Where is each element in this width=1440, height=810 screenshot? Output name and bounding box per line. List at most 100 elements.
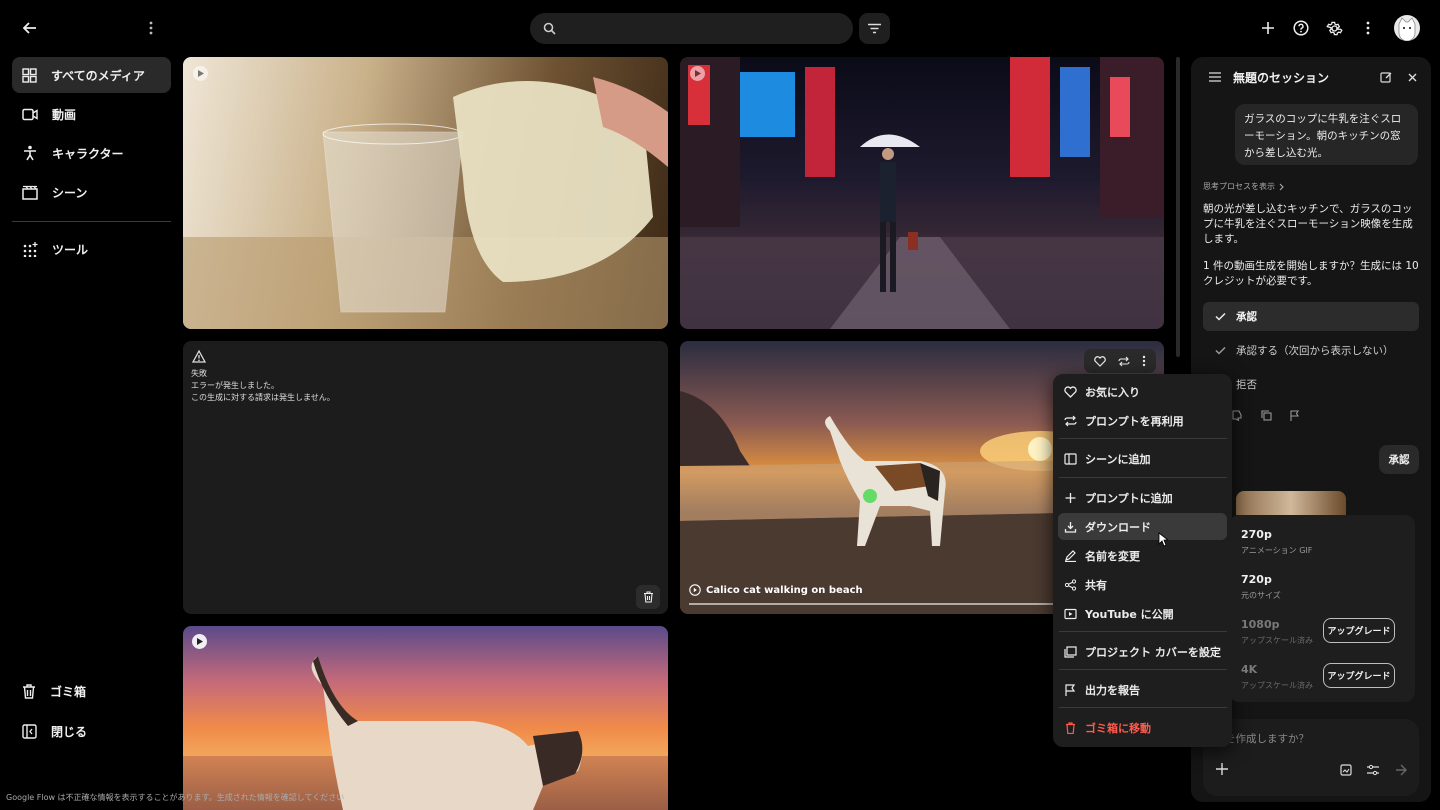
media-card-milk[interactable] [183, 57, 668, 329]
play-circle-icon [689, 584, 701, 596]
menu-item-rename[interactable]: 名前を変更 [1058, 542, 1227, 569]
scrollbar[interactable] [1176, 57, 1180, 357]
flag-icon [1064, 683, 1077, 696]
approve-chip[interactable]: 承認 [1379, 445, 1419, 474]
scene-add-icon [1064, 452, 1077, 465]
menu-item-download[interactable]: ダウンロード [1058, 513, 1227, 540]
sidebar-item-all-media[interactable]: すべてのメディア [12, 57, 171, 93]
sidebar-item-videos[interactable]: 動画 [12, 96, 171, 132]
more-button[interactable] [1352, 12, 1384, 44]
menu-item-label: シーンに追加 [1085, 452, 1151, 466]
menu-item-add-to-scene[interactable]: シーンに追加 [1058, 445, 1227, 472]
media-card-tokyo[interactable] [680, 57, 1164, 329]
download-option-270p[interactable]: 270p アニメーション GIF [1229, 523, 1415, 563]
failed-error: エラーが発生しました。 [191, 381, 279, 390]
menu-item-label: 共有 [1085, 578, 1107, 592]
reject-option[interactable]: 拒否 [1203, 370, 1419, 399]
upgrade-button[interactable]: アップグレード [1323, 663, 1395, 688]
plus-icon[interactable] [1216, 763, 1228, 775]
menu-item-label: ゴミ箱に移動 [1085, 721, 1151, 735]
sidebar-item-label: シーン [52, 185, 88, 200]
option-description: アップスケール済み [1241, 681, 1313, 690]
sidebar-item-label: ツール [52, 242, 89, 257]
sidebar-collapse-button[interactable]: 閉じる [12, 713, 171, 749]
menu-divider [1059, 669, 1227, 670]
menu-item-publish-youtube[interactable]: YouTube に公開 [1058, 600, 1227, 627]
new-button[interactable] [1252, 12, 1284, 44]
filter-button[interactable] [859, 13, 890, 44]
sidebar-item-tools[interactable]: ツール [12, 231, 171, 267]
generated-thumbnail[interactable] [1236, 491, 1346, 515]
tokyo-thumbnail [680, 57, 1164, 329]
more-vertical-icon[interactable] [1142, 355, 1146, 367]
thumbs-down-icon[interactable] [1232, 410, 1243, 421]
youtube-icon [1064, 608, 1077, 620]
card-title-row: Calico cat walking on beach [689, 584, 863, 596]
sidebar-more-button[interactable] [135, 12, 167, 44]
flag-icon[interactable] [1290, 410, 1300, 421]
approve-option[interactable]: 承認 [1203, 302, 1419, 331]
approve-always-option[interactable]: 承認する（次回から表示しない） [1203, 336, 1419, 365]
option-description: アップスケール済み [1241, 636, 1313, 645]
download-icon [1064, 521, 1077, 533]
attach-image-icon[interactable] [1340, 764, 1352, 776]
menu-item-share[interactable]: 共有 [1058, 571, 1227, 598]
help-button[interactable] [1285, 12, 1317, 44]
sidebar-item-scenes[interactable]: シーン [12, 174, 171, 210]
feedback-row [1232, 410, 1300, 421]
session-title: 無題のセッション [1233, 71, 1330, 85]
avatar[interactable] [1394, 15, 1420, 41]
delete-failed-button[interactable] [636, 585, 660, 609]
gear-icon [1325, 20, 1343, 37]
context-menu: お気に入り プロンプトを再利用 シーンに追加 プロンプトに追加 ダウンロード 名… [1053, 374, 1232, 747]
option-description: 元のサイズ [1241, 591, 1281, 600]
show-thinking-button[interactable]: 思考プロセスを表示 [1203, 181, 1284, 192]
sidebar-item-label: キャラクター [52, 146, 124, 161]
collapse-panel-icon [22, 723, 37, 739]
menu-item-reuse-prompt[interactable]: プロンプトを再利用 [1058, 407, 1227, 434]
menu-item-label: プロジェクト カバーを設定 [1085, 645, 1221, 659]
sidebar-item-label: 動画 [52, 107, 77, 122]
menu-icon[interactable] [1209, 72, 1221, 82]
download-submenu: 270p アニメーション GIF 720p 元のサイズ 1080p アップスケー… [1229, 515, 1415, 702]
send-icon[interactable] [1395, 764, 1407, 776]
pencil-icon [1064, 549, 1077, 562]
menu-item-add-to-prompt[interactable]: プロンプトに追加 [1058, 484, 1227, 511]
settings-button[interactable] [1318, 12, 1350, 44]
milk-thumbnail [183, 77, 668, 329]
sidebar-item-characters[interactable]: キャラクター [12, 135, 171, 171]
tune-icon[interactable] [1367, 764, 1379, 776]
menu-item-move-to-trash[interactable]: ゴミ箱に移動 [1058, 714, 1227, 741]
play-icon [192, 634, 207, 649]
close-icon[interactable] [1408, 73, 1417, 82]
filter-icon [868, 23, 881, 34]
card-actions [1084, 349, 1156, 373]
media-card-failed[interactable]: 失敗 エラーが発生しました。 この生成に対する請求は発生しません。 [183, 341, 668, 614]
download-option-720p[interactable]: 720p 元のサイズ [1229, 568, 1415, 608]
menu-item-set-cover[interactable]: プロジェクト カバーを設定 [1058, 638, 1227, 665]
sidebar-item-trash[interactable]: ゴミ箱 [12, 673, 171, 709]
menu-item-label: 名前を変更 [1085, 549, 1140, 563]
menu-item-label: 出力を報告 [1085, 683, 1140, 697]
help-icon [1293, 20, 1309, 36]
play-icon [193, 66, 208, 81]
warning-icon [192, 350, 206, 363]
clapperboard-icon [22, 185, 38, 200]
menu-item-favorite[interactable]: お気に入り [1058, 378, 1227, 405]
reuse-icon[interactable] [1118, 356, 1130, 367]
assistant-reply-1: 朝の光が差し込むキッチンで、ガラスのコップに牛乳を注ぐスローモーション映像を生成… [1203, 203, 1413, 245]
upgrade-button[interactable]: アップグレード [1323, 618, 1395, 643]
arrow-left-icon [22, 20, 38, 36]
media-card-siamese-cat[interactable] [183, 626, 668, 810]
prompt-composer[interactable]: を作成しますか？ [1203, 719, 1419, 796]
sidebar-divider [12, 221, 171, 222]
chevron-right-icon [1279, 183, 1284, 191]
copy-icon[interactable] [1261, 410, 1272, 421]
heart-icon[interactable] [1094, 355, 1106, 367]
siamese-thumbnail [183, 656, 668, 810]
back-button[interactable] [14, 12, 46, 44]
menu-item-report[interactable]: 出力を報告 [1058, 676, 1227, 703]
search-input[interactable] [530, 13, 853, 44]
edit-icon[interactable] [1380, 71, 1392, 83]
download-option-1080p: 1080p アップスケール済み アップグレード [1229, 613, 1415, 653]
